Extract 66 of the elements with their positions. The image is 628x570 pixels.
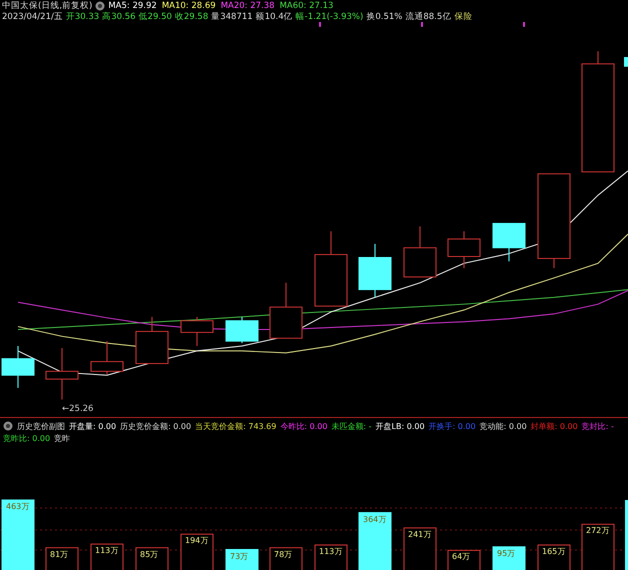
candlestick [270,282,302,339]
indicator-value: 开盘LB: 0.00 [376,420,425,432]
candlestick [358,243,392,298]
volume-label: 241万 [408,530,432,540]
tick-mark [421,22,423,27]
ma-legend-label: MA60: 27.13 [280,0,334,10]
candlestick [492,222,526,262]
volume-label: 165万 [542,547,566,557]
low-price-marker: ←25.26 [62,404,94,414]
candlestick [46,347,78,400]
volume-label: 272万 [586,526,610,536]
quote-value: 收29.58 [174,10,208,22]
volume-label: 113万 [95,546,118,556]
quote-value: 高30.56 [102,10,136,22]
volume-label: 95万 [497,548,516,559]
candlestick [226,316,258,344]
volume-bar [358,512,392,570]
indicator-value: 封单额: 0.00 [530,420,578,432]
ma-legend-label: MA20: 27.38 [220,0,275,10]
quote-value: 额10.4亿 [256,10,293,22]
ma-legend-label: MA5: 29.92 [108,0,157,10]
candlestick [136,316,168,364]
volume-label: 73万 [230,552,248,562]
volume-label: 81万 [50,550,68,560]
indicator-value: 今昨比: 0.00 [280,420,328,432]
candlestick [90,340,124,375]
volume-label: 364万 [363,514,386,525]
volume-label: 85万 [140,550,158,560]
quote-value: 低29.50 [138,10,172,22]
indicator-value: 开盘量: 0.00 [69,420,116,432]
chart-title: 中国太保(日线,前复权) [2,0,92,12]
ma-legend-label: MA10: 28.69 [162,0,216,10]
indicator-value: 历史竞价金额: 0.00 [120,420,192,432]
tick-mark [319,22,321,27]
volume-bar [625,500,628,570]
quote-value: 幅-1.21(-3.93%) [296,10,364,22]
candlestick [624,57,628,67]
settings-icon[interactable] [3,421,13,432]
quote-value: 换0.51% [366,10,402,22]
quote-value: 流通88.5亿 [405,10,452,22]
volume-label: 113万 [319,547,342,557]
indicator-title: 历史竞价副图 [17,420,65,432]
quote-value: 开30.33 [66,10,100,22]
indicator-value: 竞昨比: 0.00 [3,432,50,444]
indicator-value: 未匹金额: - [331,420,372,432]
indicator-value: 竞昨 [54,432,70,444]
volume-bar [492,546,526,570]
candlestick [2,346,34,388]
quote-value: 2023/04/21/五 [2,10,63,22]
candlestick [404,226,436,278]
indicator-value: 竞封比: - [582,420,614,432]
candlestick [180,316,214,347]
volume-label: 64万 [452,552,470,562]
indicator-value: 开换手: 0.00 [428,420,476,432]
volume-label: 194万 [185,536,208,546]
settings-icon[interactable] [95,0,106,10]
quote-value: 保险 [454,10,472,22]
volume-label: 463万 [6,502,30,512]
indicator-value: 当天竞价金额: 743.69 [195,420,276,432]
tick-mark [523,22,525,27]
candlestick [448,230,480,269]
volume-label: 78万 [274,550,292,560]
quote-value: 量348711 [211,10,253,22]
volume-bar [2,500,34,570]
volume-bar [226,549,258,570]
indicator-value: 竞动能: 0.00 [480,420,527,432]
